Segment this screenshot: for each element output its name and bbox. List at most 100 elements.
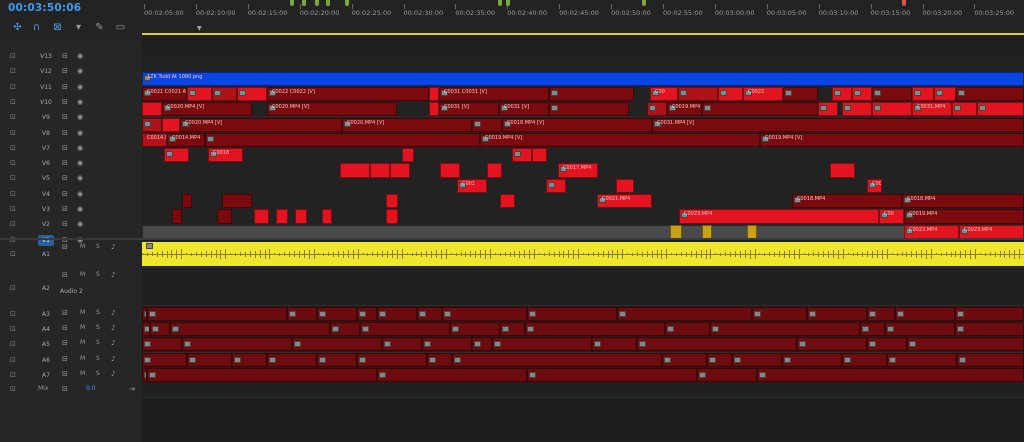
audio-clip[interactable] (867, 307, 895, 321)
video-clip[interactable]: C0031 [V] (439, 102, 499, 117)
video-clip[interactable] (546, 178, 566, 193)
video-clip[interactable]: C0020.MP4 [V] (342, 117, 472, 132)
timeline-marker[interactable] (345, 0, 349, 6)
audio-clip[interactable] (592, 337, 637, 351)
eye-icon[interactable]: ◉ (77, 98, 83, 106)
track-label[interactable]: V2 (38, 219, 54, 230)
video-clip[interactable] (340, 163, 370, 178)
sync-lock-icon[interactable]: ⊟ (62, 271, 68, 279)
video-clip[interactable] (390, 163, 410, 178)
video-clip[interactable] (872, 102, 912, 117)
track-label[interactable]: V6 (38, 158, 54, 169)
sync-lock-icon[interactable]: ⊟ (62, 52, 68, 60)
audio-clip[interactable] (895, 307, 955, 321)
audio-clip[interactable] (287, 307, 317, 321)
lock-icon[interactable]: ⊡ (10, 205, 16, 213)
lock-icon[interactable]: ⊡ (10, 113, 16, 121)
magnet-icon[interactable]: ∩ (31, 22, 42, 33)
audio-clip[interactable] (147, 307, 287, 321)
sync-lock-icon[interactable]: ⊟ (62, 190, 68, 198)
track-label[interactable]: V8 (38, 128, 54, 139)
timeline-marker[interactable] (642, 0, 646, 6)
audio-clip[interactable] (142, 353, 187, 367)
video-clip[interactable]: C0019.MP4 (904, 209, 1024, 224)
lock-icon[interactable]: ⊡ (10, 284, 16, 292)
sync-lock-icon[interactable]: ⊟ (62, 113, 68, 121)
sync-lock-icon[interactable]: ⊟ (62, 129, 68, 137)
sync-lock-icon[interactable]: ⊟ (62, 385, 68, 393)
video-clip[interactable] (512, 148, 532, 163)
eye-icon[interactable]: ◉ (77, 174, 83, 182)
audio-clip[interactable] (427, 353, 452, 367)
video-clip[interactable] (487, 163, 502, 178)
mute-button[interactable]: M (80, 355, 85, 362)
sync-lock-icon[interactable]: ⊟ (62, 144, 68, 152)
eye-icon[interactable]: ◉ (77, 220, 83, 228)
sync-lock-icon[interactable]: ⊟ (62, 324, 68, 332)
video-clip[interactable] (217, 209, 232, 224)
sync-lock-icon[interactable]: ⊟ (62, 370, 68, 378)
audio-clip[interactable] (330, 322, 360, 336)
mix-value[interactable]: 0,0 (86, 385, 96, 392)
audio-clip[interactable] (472, 337, 492, 351)
audio-clip[interactable] (150, 322, 170, 336)
audio-clip[interactable] (360, 322, 450, 336)
timeline-marker[interactable] (326, 0, 330, 6)
video-clip[interactable] (956, 86, 1024, 102)
video-clip[interactable]: C0031 [V] (499, 102, 549, 117)
timeline-marker[interactable] (290, 0, 294, 6)
sync-lock-icon[interactable]: ⊟ (62, 67, 68, 75)
lock-icon[interactable]: ⊡ (10, 52, 16, 60)
solo-button[interactable]: S (96, 355, 100, 362)
audio-clip[interactable] (867, 337, 907, 351)
video-clip[interactable]: C0018.MP4 (902, 194, 1024, 209)
timeline-marker[interactable] (498, 0, 502, 6)
lock-icon[interactable]: ⊡ (10, 371, 16, 379)
eye-icon[interactable]: ◉ (77, 159, 83, 167)
playhead-timecode[interactable]: 00:03:50:06 (8, 2, 81, 14)
eye-icon[interactable]: ◉ (77, 83, 83, 91)
audio-clip[interactable] (732, 353, 782, 367)
lock-icon[interactable]: ⊡ (10, 83, 16, 91)
eye-icon[interactable]: ◉ (77, 190, 83, 198)
work-area-bar[interactable] (142, 33, 1024, 35)
audio-clip[interactable] (357, 307, 377, 321)
video-clip[interactable] (187, 86, 212, 102)
video-clip[interactable] (500, 194, 515, 209)
lock-icon[interactable]: ⊡ (10, 174, 16, 182)
audio-clip[interactable] (710, 322, 860, 336)
video-clip[interactable] (222, 194, 252, 209)
lock-icon[interactable]: ⊡ (10, 159, 16, 167)
microphone-icon[interactable]: ♪ (111, 324, 115, 332)
video-clip[interactable]: C0014.MP4 (142, 132, 167, 148)
microphone-icon[interactable]: ♪ (111, 243, 115, 251)
audio-clip[interactable] (860, 322, 885, 336)
mute-button[interactable]: M (80, 324, 85, 331)
video-clip[interactable]: C0018.MP4 [V] (502, 117, 652, 132)
video-clip[interactable]: C0031.MP4 (912, 102, 952, 117)
track-label[interactable]: V11 (38, 82, 54, 93)
track-label[interactable]: V4 (38, 189, 54, 200)
time-ruler[interactable]: 00:02:05:00 00:02:10:00 00:02:15:00 00:02:2… (142, 0, 1024, 35)
timeline-marker[interactable] (302, 0, 306, 6)
audio-clip[interactable] (377, 307, 417, 321)
video-audio-divider[interactable] (0, 238, 1024, 240)
video-clip[interactable] (718, 86, 743, 102)
video-clip[interactable] (678, 86, 718, 102)
track-label[interactable]: A6 (38, 355, 54, 366)
track-label[interactable]: V7 (38, 143, 54, 154)
video-clip[interactable]: C0021.MP4 (597, 194, 652, 209)
lock-icon[interactable]: ⊡ (10, 356, 16, 364)
audio-clip[interactable] (187, 353, 232, 367)
audio-clip[interactable] (617, 307, 752, 321)
sync-lock-icon[interactable]: ⊟ (62, 243, 68, 251)
audio-clip[interactable] (142, 322, 150, 336)
video-clip[interactable] (205, 132, 480, 148)
track-label[interactable]: V5 (38, 173, 54, 184)
video-clip[interactable]: 1ZK Todd At 1080.png (142, 71, 1024, 86)
eye-icon[interactable]: ◉ (77, 52, 83, 60)
video-clip[interactable] (818, 102, 838, 117)
video-clip[interactable]: C0021 C0021 A (142, 86, 187, 102)
video-clip[interactable] (386, 209, 398, 224)
video-clip[interactable] (852, 86, 872, 102)
